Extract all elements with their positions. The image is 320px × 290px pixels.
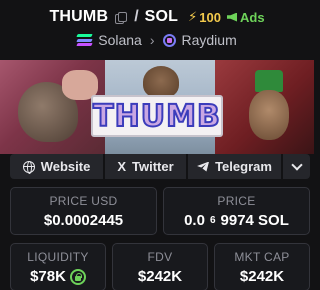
price-usd-value: $0.0002445 xyxy=(43,212,124,229)
token-symbol: THUMB xyxy=(49,8,109,25)
dex-name[interactable]: Raydium xyxy=(182,32,237,48)
solana-icon xyxy=(76,34,93,46)
copy-icon[interactable] xyxy=(115,11,128,24)
fdv-value: $242K xyxy=(137,268,183,285)
lock-icon[interactable] xyxy=(69,268,86,285)
pair-title-row: THUMB / SOL ⚡ 100 Ads xyxy=(0,8,314,26)
price-usd-label: PRICE USD xyxy=(49,194,118,208)
social-links-bar: Website X Twitter Telegram xyxy=(10,154,310,179)
ads-badge[interactable]: Ads xyxy=(227,10,265,25)
mkt-cap-label: MKT CAP xyxy=(234,250,290,264)
liquidity-label: LIQUIDITY xyxy=(27,250,89,264)
ads-label: Ads xyxy=(240,9,265,25)
x-logo-icon: X xyxy=(117,159,126,174)
liquidity-value-row: $78K xyxy=(30,268,86,285)
more-links-button[interactable] xyxy=(283,154,310,179)
telegram-link[interactable]: Telegram xyxy=(188,154,281,179)
twitter-link[interactable]: X Twitter xyxy=(105,154,186,179)
price-usd-card: PRICE USD $0.0002445 xyxy=(10,187,157,235)
banner-logo-text: THUMB xyxy=(92,98,221,135)
mkt-cap-card: MKT CAP $242K xyxy=(214,243,310,290)
boost-badge[interactable]: ⚡ 100 xyxy=(188,9,221,25)
banner-logo: THUMB xyxy=(91,95,223,137)
quote-symbol: SOL xyxy=(144,8,179,25)
price-native-prefix: 0.0 xyxy=(184,212,205,229)
website-label: Website xyxy=(40,159,91,174)
banner-photo-right xyxy=(215,60,314,154)
telegram-label: Telegram xyxy=(215,159,272,174)
boost-count: 100 xyxy=(199,9,221,25)
token-banner-image: THUMB xyxy=(0,60,314,154)
lightning-icon: ⚡ xyxy=(188,9,198,24)
globe-icon xyxy=(22,160,35,174)
chain-dex-row: Solana › Raydium xyxy=(0,32,314,48)
price-native-card: PRICE 0.0 6 9974 SOL xyxy=(163,187,310,235)
price-native-suffix: 9974 SOL xyxy=(220,212,289,229)
telegram-icon xyxy=(197,161,210,172)
fdv-card: FDV $242K xyxy=(112,243,208,290)
raydium-icon xyxy=(162,33,176,47)
chevron-down-icon xyxy=(290,158,303,171)
chain-name[interactable]: Solana xyxy=(98,32,142,48)
website-link[interactable]: Website xyxy=(10,154,103,179)
price-native-zero-count: 6 xyxy=(209,215,216,226)
mkt-cap-value: $242K xyxy=(239,268,285,285)
price-native-label: PRICE xyxy=(217,194,256,208)
liquidity-card: LIQUIDITY $78K xyxy=(10,243,106,290)
chevron-right-icon: › xyxy=(149,32,155,48)
fdv-label: FDV xyxy=(147,250,173,264)
twitter-label: Twitter xyxy=(132,159,174,174)
megaphone-icon xyxy=(227,12,237,22)
banner-photo-left xyxy=(0,60,105,154)
price-native-value: 0.0 6 9974 SOL xyxy=(184,212,289,229)
liquidity-value: $78K xyxy=(30,268,66,285)
token-header: THUMB / SOL ⚡ 100 Ads Solana › Raydium xyxy=(0,0,314,60)
pair-separator: / xyxy=(134,8,139,25)
